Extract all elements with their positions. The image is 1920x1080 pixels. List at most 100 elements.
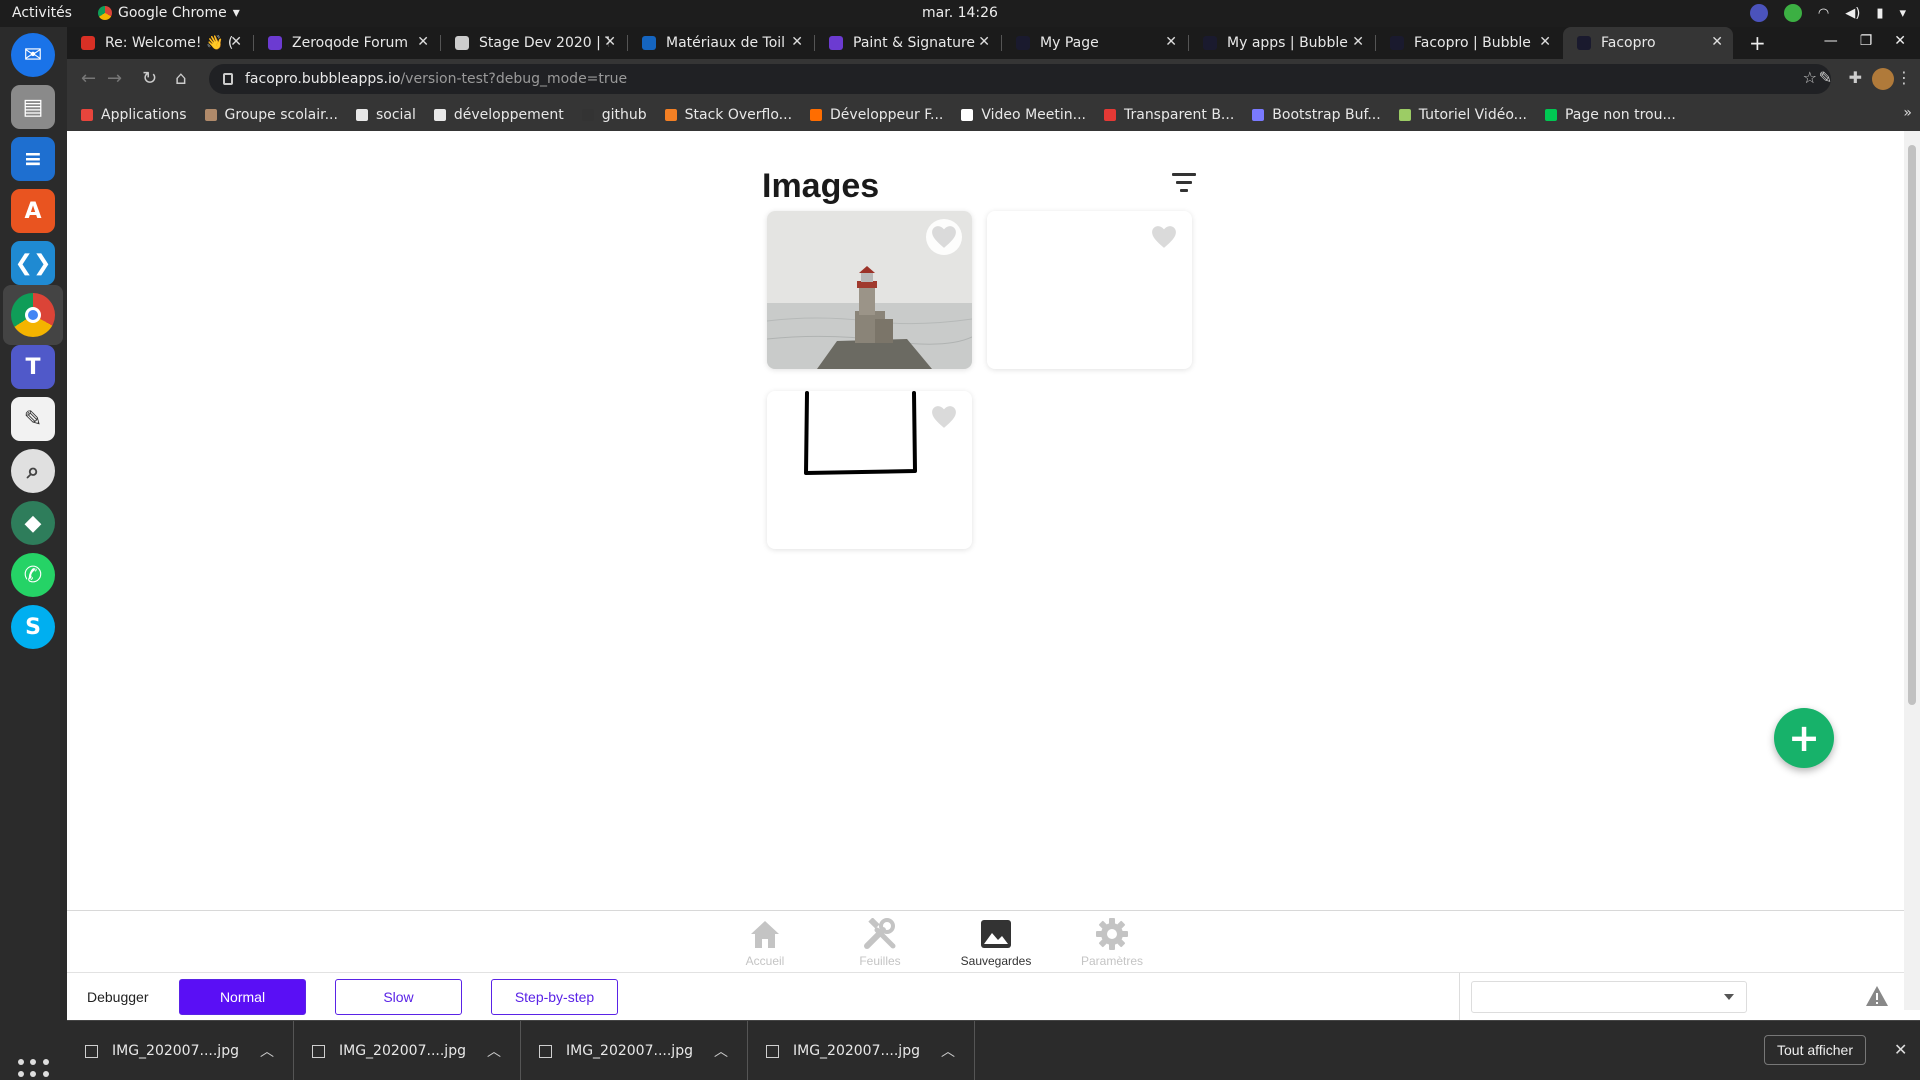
thunderbird-icon[interactable]: ✉ [11, 33, 55, 77]
add-image-button[interactable]: + [1774, 708, 1834, 768]
back-icon[interactable]: ← [81, 68, 96, 89]
nav-parametres[interactable]: Paramètres [1057, 918, 1167, 968]
tab-paint-signature[interactable]: Paint & Signature ✕ [815, 27, 1000, 59]
chevron-up-icon[interactable]: ︿ [714, 1041, 728, 1061]
minimize-icon[interactable]: — [1824, 33, 1838, 49]
close-icon[interactable]: ✕ [1165, 34, 1177, 50]
chevron-up-icon[interactable]: ︿ [487, 1041, 501, 1061]
debugger-element-dropdown[interactable] [1471, 981, 1747, 1013]
bookmark-tutoriel-video[interactable]: Tutoriel Vidéo... [1398, 107, 1527, 123]
extension-icon[interactable]: ✎ [1819, 68, 1832, 87]
chevron-up-icon[interactable]: ︿ [260, 1041, 274, 1061]
bookmark-transparent[interactable]: Transparent B... [1103, 107, 1234, 123]
bookmark-stack-overflow[interactable]: Stack Overflo... [664, 107, 792, 123]
writer-icon[interactable]: ≡ [11, 137, 55, 181]
close-icon[interactable]: ✕ [1711, 34, 1723, 50]
nav-feuilles[interactable]: Feuilles [825, 918, 935, 968]
puzzle-icon[interactable]: ✚ [1849, 68, 1862, 87]
bookmark-groupe-scolaire[interactable]: Groupe scolair... [204, 107, 338, 123]
activities-button[interactable]: Activités [12, 5, 72, 21]
nav-accueil[interactable]: Accueil [710, 918, 820, 968]
android-studio-icon[interactable]: ◆ [11, 501, 55, 545]
download-item[interactable]: IMG_202007....jpg ︿ [521, 1021, 748, 1080]
tab-facopro-bubble[interactable]: Facopro | Bubble ✕ [1376, 27, 1561, 59]
file-manager-icon[interactable]: ▤ [11, 85, 55, 129]
warning-icon[interactable] [1865, 985, 1889, 1007]
bookmark-bootstrap[interactable]: Bootstrap Buf... [1252, 107, 1381, 123]
address-bar[interactable]: facopro.bubbleapps.io/version-test?debug… [209, 64, 1831, 94]
wifi-icon[interactable]: ◠ [1818, 6, 1829, 21]
bookmark-applications[interactable]: Applications [81, 107, 187, 123]
download-item[interactable]: IMG_202007....jpg ︿ [67, 1021, 294, 1080]
teams-tray-icon[interactable] [1749, 4, 1768, 22]
close-window-icon[interactable]: ✕ [1894, 33, 1906, 49]
teams-icon[interactable]: T [11, 345, 55, 389]
kebab-menu-icon[interactable]: ⋮ [1896, 68, 1912, 87]
bookmarks-overflow-icon[interactable]: » [1903, 105, 1912, 121]
whatsapp-icon[interactable]: ✆ [11, 553, 55, 597]
tab-facopro[interactable]: Facopro ✕ [1563, 27, 1733, 59]
close-icon[interactable]: ✕ [604, 34, 616, 50]
forward-icon[interactable]: → [107, 68, 122, 89]
tab-stage-dev[interactable]: Stage Dev 2020 | T ✕ [441, 27, 626, 59]
home-icon[interactable]: ⌂ [175, 68, 186, 89]
chrome-icon[interactable] [11, 293, 55, 337]
chevron-up-icon[interactable]: ︿ [941, 1041, 955, 1061]
page-scrollbar[interactable] [1904, 131, 1920, 1010]
bookmark-folder-social[interactable]: social [355, 107, 416, 123]
tab-zeroqode[interactable]: Zeroqode Forum ✕ [254, 27, 439, 59]
clock[interactable]: mar. 14:26 [922, 5, 998, 21]
bookmark-github[interactable]: github [581, 107, 647, 123]
show-applications-icon[interactable] [18, 1059, 50, 1080]
close-icon[interactable]: ✕ [978, 34, 990, 50]
image-card-empty[interactable] [987, 211, 1192, 369]
download-item[interactable]: IMG_202007....jpg ︿ [294, 1021, 521, 1080]
close-icon[interactable]: ✕ [230, 34, 242, 50]
volume-icon[interactable]: ◀) [1845, 6, 1860, 21]
system-tray[interactable]: ◠ ◀) ▮ ▾ [1749, 4, 1906, 22]
software-center-icon[interactable]: A [11, 189, 55, 233]
image-card-drawing[interactable] [767, 391, 972, 549]
chevron-down-icon[interactable]: ▾ [1899, 6, 1906, 21]
search-icon[interactable]: ⌕ [11, 449, 55, 493]
filter-icon[interactable] [1171, 173, 1197, 197]
nav-sauvegardes[interactable]: Sauvegardes [941, 918, 1051, 968]
tab-gmail[interactable]: Re: Welcome! 👋 (✕ [67, 27, 252, 59]
check-tray-icon[interactable] [1783, 4, 1802, 22]
show-all-downloads-button[interactable]: Tout afficher [1764, 1035, 1867, 1065]
reload-icon[interactable]: ↻ [142, 68, 157, 89]
bubble-icon [1016, 36, 1030, 50]
image-card-lighthouse[interactable] [767, 211, 972, 369]
debug-mode-step-button[interactable]: Step-by-step [491, 979, 618, 1015]
maximize-icon[interactable]: ❐ [1860, 33, 1873, 49]
vscode-icon[interactable]: ❮❯ [11, 241, 55, 285]
bookmark-star-icon[interactable]: ☆ [1803, 68, 1817, 87]
avatar[interactable] [1872, 68, 1894, 90]
close-icon[interactable]: ✕ [1352, 34, 1364, 50]
download-item[interactable]: IMG_202007....jpg ︿ [748, 1021, 975, 1080]
tab-materiaux[interactable]: Matériaux de Toil ✕ [628, 27, 813, 59]
debug-mode-normal-button[interactable]: Normal [179, 979, 306, 1015]
debug-mode-slow-button[interactable]: Slow [335, 979, 462, 1015]
bookmark-folder-developpement[interactable]: développement [433, 107, 564, 123]
favorite-heart-icon[interactable] [926, 219, 962, 255]
close-icon[interactable]: ✕ [1539, 34, 1551, 50]
favorite-heart-icon[interactable] [926, 399, 962, 435]
system-top-bar: Activités Google Chrome ▾ mar. 14:26 ◠ ◀… [0, 0, 1920, 27]
tab-my-apps[interactable]: My apps | Bubble ✕ [1189, 27, 1374, 59]
app-menu[interactable]: Google Chrome ▾ [98, 5, 240, 21]
close-icon[interactable]: ✕ [791, 34, 803, 50]
text-editor-icon[interactable]: ✎ [11, 397, 55, 441]
bookmark-video-meeting[interactable]: Video Meetin... [961, 107, 1086, 123]
tab-my-page[interactable]: My Page ✕ [1002, 27, 1187, 59]
favorite-heart-icon[interactable] [1146, 219, 1182, 255]
close-icon[interactable]: ✕ [417, 34, 429, 50]
lock-icon[interactable] [223, 73, 233, 85]
new-tab-button[interactable]: + [1749, 31, 1766, 55]
bookmark-page-non-trouvee[interactable]: Page non trou... [1544, 107, 1676, 123]
bookmark-developpeur[interactable]: Développeur F... [810, 107, 943, 123]
skype-icon[interactable]: S [11, 605, 55, 649]
close-icon[interactable]: ✕ [1894, 1040, 1907, 1059]
scrollbar-thumb[interactable] [1908, 145, 1916, 705]
battery-icon[interactable]: ▮ [1876, 6, 1883, 21]
